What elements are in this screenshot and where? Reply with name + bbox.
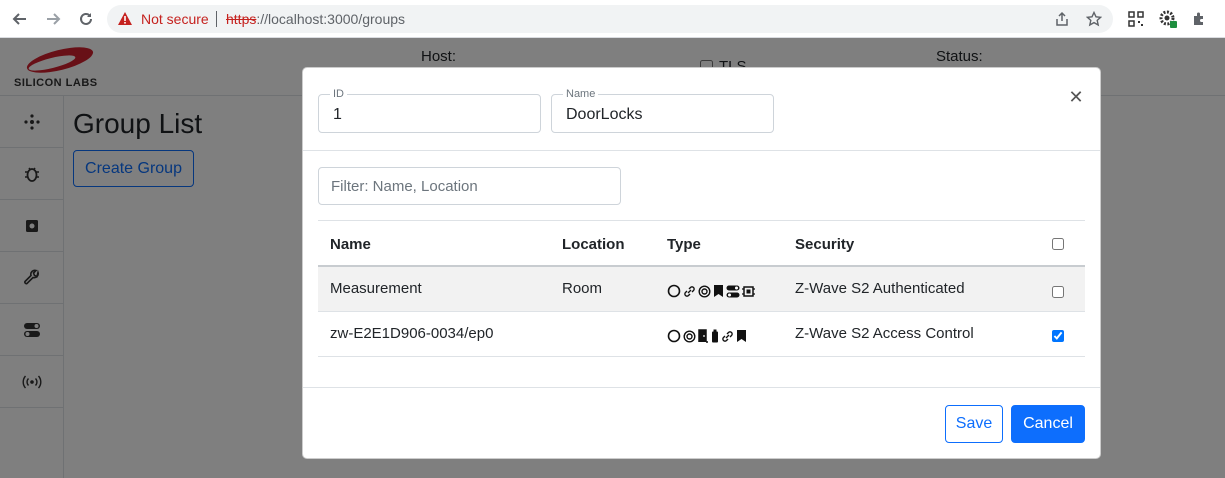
- share-icon[interactable]: [1053, 10, 1071, 28]
- security-status[interactable]: Not secure: [141, 11, 209, 27]
- row-name: Measurement: [330, 280, 422, 297]
- row-security: Z-Wave S2 Access Control: [795, 325, 974, 342]
- warning-icon[interactable]: [117, 11, 133, 31]
- id-input[interactable]: [320, 96, 539, 131]
- chip-icon: [742, 285, 755, 297]
- puzzle-icon[interactable]: [1189, 9, 1209, 29]
- circle-icon: [667, 284, 681, 298]
- save-button[interactable]: Save: [945, 405, 1003, 443]
- row-name: zw-E2E1D906-0034/ep0: [330, 325, 494, 342]
- battery-icon: [712, 329, 718, 343]
- extension-gear-icon[interactable]: [1158, 9, 1178, 29]
- bookmark-star-icon[interactable]: [1085, 10, 1103, 28]
- browser-toolbar: Not secure https://localhost:3000/groups: [0, 0, 1225, 38]
- reload-icon[interactable]: [75, 8, 97, 30]
- row-checkbox[interactable]: [1052, 330, 1064, 342]
- url-text[interactable]: https://localhost:3000/groups: [226, 11, 405, 27]
- table-row[interactable]: Measurement Room Z-Wave S2 Authenticated: [318, 267, 1085, 312]
- toggle-icon: [726, 285, 740, 297]
- row-security: Z-Wave S2 Authenticated: [795, 280, 965, 297]
- modal-body: Name Location Type Security Measurement …: [303, 152, 1100, 388]
- target-icon: [698, 284, 711, 298]
- name-input[interactable]: [553, 96, 772, 131]
- column-header-name[interactable]: Name: [330, 236, 371, 253]
- row-type-icons: [667, 284, 755, 298]
- row-type-icons: [667, 329, 747, 343]
- modal-footer: Save Cancel: [303, 389, 1100, 458]
- door-icon: [698, 329, 708, 343]
- cancel-button[interactable]: Cancel: [1011, 405, 1085, 443]
- forward-icon[interactable]: [42, 8, 64, 30]
- column-header-security[interactable]: Security: [795, 236, 854, 253]
- bookmark-icon: [737, 330, 746, 342]
- circle-icon: [667, 329, 681, 343]
- qr-code-icon[interactable]: [1126, 9, 1146, 29]
- address-bar[interactable]: Not secure https://localhost:3000/groups: [107, 5, 1113, 33]
- link-icon: [722, 330, 733, 342]
- column-header-location[interactable]: Location: [562, 236, 625, 253]
- column-header-type[interactable]: Type: [667, 236, 701, 253]
- url-scheme: https: [226, 11, 257, 27]
- row-checkbox[interactable]: [1052, 286, 1064, 298]
- table-top-rule: [318, 220, 1085, 221]
- close-icon[interactable]: ✕: [1066, 88, 1086, 108]
- name-field[interactable]: Name: [551, 88, 774, 133]
- id-field[interactable]: ID: [318, 88, 541, 133]
- group-edit-modal: ID Name ✕ Name Location Type Security Me…: [302, 67, 1101, 459]
- bookmark-icon: [714, 285, 723, 297]
- row-location: Room: [562, 280, 603, 297]
- url-path: ://localhost:3000/groups: [256, 11, 406, 27]
- select-all-checkbox[interactable]: [1052, 238, 1064, 250]
- table-row[interactable]: zw-E2E1D906-0034/ep0 Z-Wave S2 Access Co…: [318, 312, 1085, 357]
- back-icon[interactable]: [9, 8, 31, 30]
- filter-input[interactable]: [318, 167, 621, 205]
- modal-header: ID Name ✕: [303, 68, 1100, 151]
- link-icon: [684, 285, 695, 297]
- target-icon: [683, 329, 696, 343]
- omnibox-divider: [216, 11, 217, 27]
